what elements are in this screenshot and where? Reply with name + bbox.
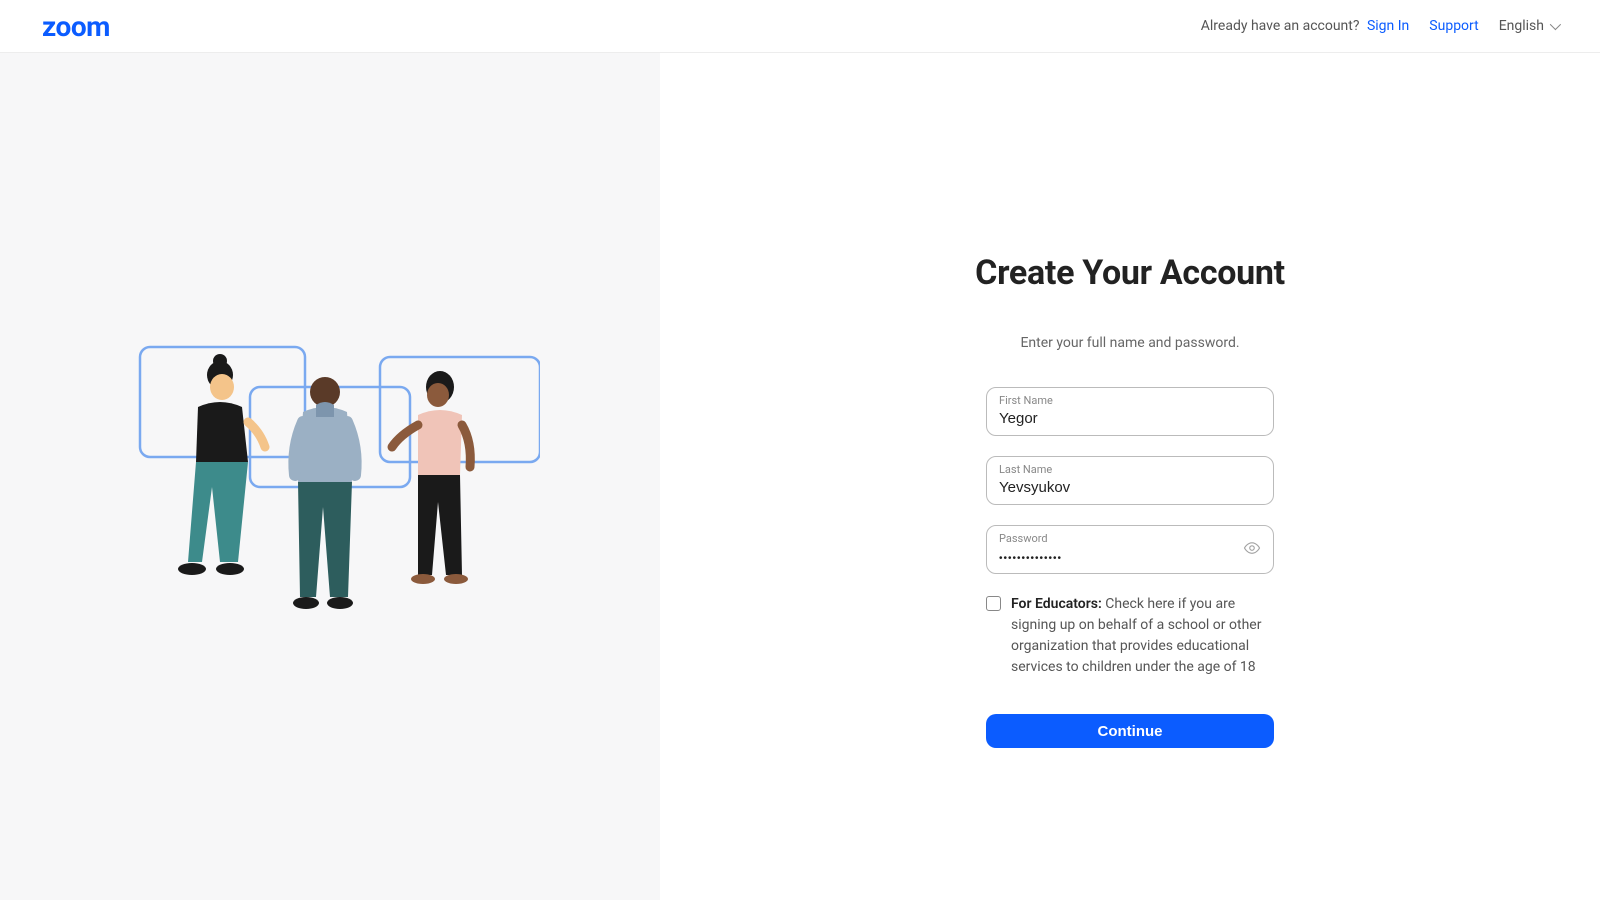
sign-in-link[interactable]: Sign In: [1367, 18, 1409, 34]
header-right: Already have an account? Sign In Support…: [1201, 18, 1558, 34]
main-content: Create Your Account Enter your full name…: [0, 53, 1600, 900]
page-title: Create Your Account: [946, 253, 1314, 293]
first-name-label: First Name: [999, 394, 1261, 407]
first-name-input[interactable]: [999, 410, 1261, 427]
header: zoom Already have an account? Sign In Su…: [0, 0, 1600, 53]
continue-button[interactable]: Continue: [986, 714, 1274, 748]
page-subtitle: Enter your full name and password.: [986, 335, 1274, 351]
illustration-panel: [0, 53, 660, 900]
already-have-account-text: Already have an account? Sign In: [1201, 18, 1410, 34]
educators-checkbox[interactable]: [986, 596, 1001, 611]
signup-form: Create Your Account Enter your full name…: [986, 253, 1274, 900]
password-input[interactable]: [999, 553, 1261, 564]
form-panel: Create Your Account Enter your full name…: [660, 53, 1600, 900]
educators-label: For Educators: Check here if you are sig…: [1011, 594, 1274, 678]
last-name-input[interactable]: [999, 479, 1261, 496]
language-selector[interactable]: English: [1499, 18, 1558, 34]
support-link[interactable]: Support: [1429, 18, 1478, 34]
eye-icon[interactable]: [1243, 539, 1261, 561]
last-name-label: Last Name: [999, 463, 1261, 476]
password-label: Password: [999, 532, 1261, 545]
language-label: English: [1499, 18, 1544, 34]
educators-checkbox-row: For Educators: Check here if you are sig…: [986, 594, 1274, 678]
already-have-label: Already have an account?: [1201, 18, 1360, 34]
zoom-logo[interactable]: zoom: [42, 10, 110, 43]
chevron-down-icon: [1550, 19, 1561, 30]
people-illustration: [120, 317, 540, 637]
password-group[interactable]: Password: [986, 525, 1274, 574]
educators-bold-text: For Educators:: [1011, 596, 1102, 612]
last-name-group[interactable]: Last Name: [986, 456, 1274, 505]
first-name-group[interactable]: First Name: [986, 387, 1274, 436]
